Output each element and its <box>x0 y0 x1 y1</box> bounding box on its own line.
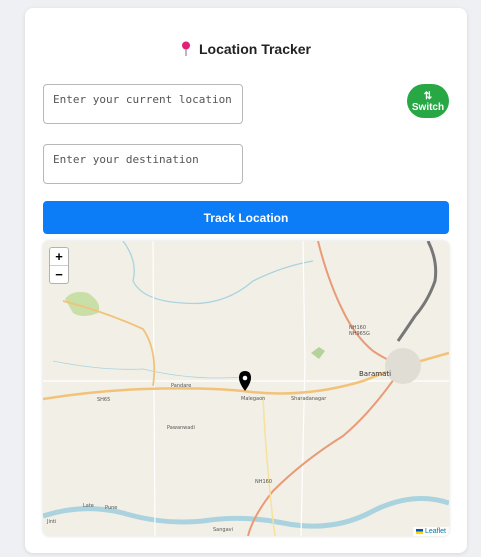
pushpin-icon <box>181 41 190 56</box>
leaflet-link[interactable]: Leaflet <box>425 528 446 535</box>
map-label: Sangavi <box>213 527 233 533</box>
destination-input[interactable] <box>43 144 243 184</box>
switch-button[interactable]: ⇅ Switch <box>407 84 449 118</box>
map-label: Jinti <box>46 519 56 525</box>
switch-label: Switch <box>411 102 445 113</box>
map-label: Malegaon <box>241 396 265 402</box>
map-label: Late <box>83 503 94 509</box>
title-text: Location Tracker <box>198 41 312 57</box>
map-label: SH65 <box>97 397 110 403</box>
map-tiles: Baramati Pandare Malegaon Sharadanagar P… <box>43 241 449 536</box>
map-label: Pawanwadi <box>167 425 195 431</box>
map-label: NH160 <box>255 479 272 485</box>
zoom-out-button[interactable]: − <box>50 265 68 283</box>
track-location-button[interactable]: Track Location <box>43 201 449 234</box>
map-label: Sharadanagar <box>291 396 327 402</box>
zoom-in-button[interactable]: + <box>50 248 68 265</box>
map-attribution: Leaflet <box>413 527 449 536</box>
map-view[interactable]: Baramati Pandare Malegaon Sharadanagar P… <box>43 241 449 536</box>
map-label: NH965G <box>349 331 370 337</box>
map-label: Pandare <box>171 383 191 389</box>
location-tracker-card: Location Tracker ⇅ Switch Track Location <box>25 8 467 553</box>
zoom-control: + − <box>49 247 69 284</box>
city-area <box>385 348 421 384</box>
page-title: Location Tracker <box>25 41 467 57</box>
current-location-input[interactable] <box>43 84 243 124</box>
flag-icon <box>416 528 424 534</box>
swap-icon: ⇅ <box>423 91 433 102</box>
map-label: Pune <box>105 505 117 511</box>
map-label: Baramati <box>359 370 391 378</box>
